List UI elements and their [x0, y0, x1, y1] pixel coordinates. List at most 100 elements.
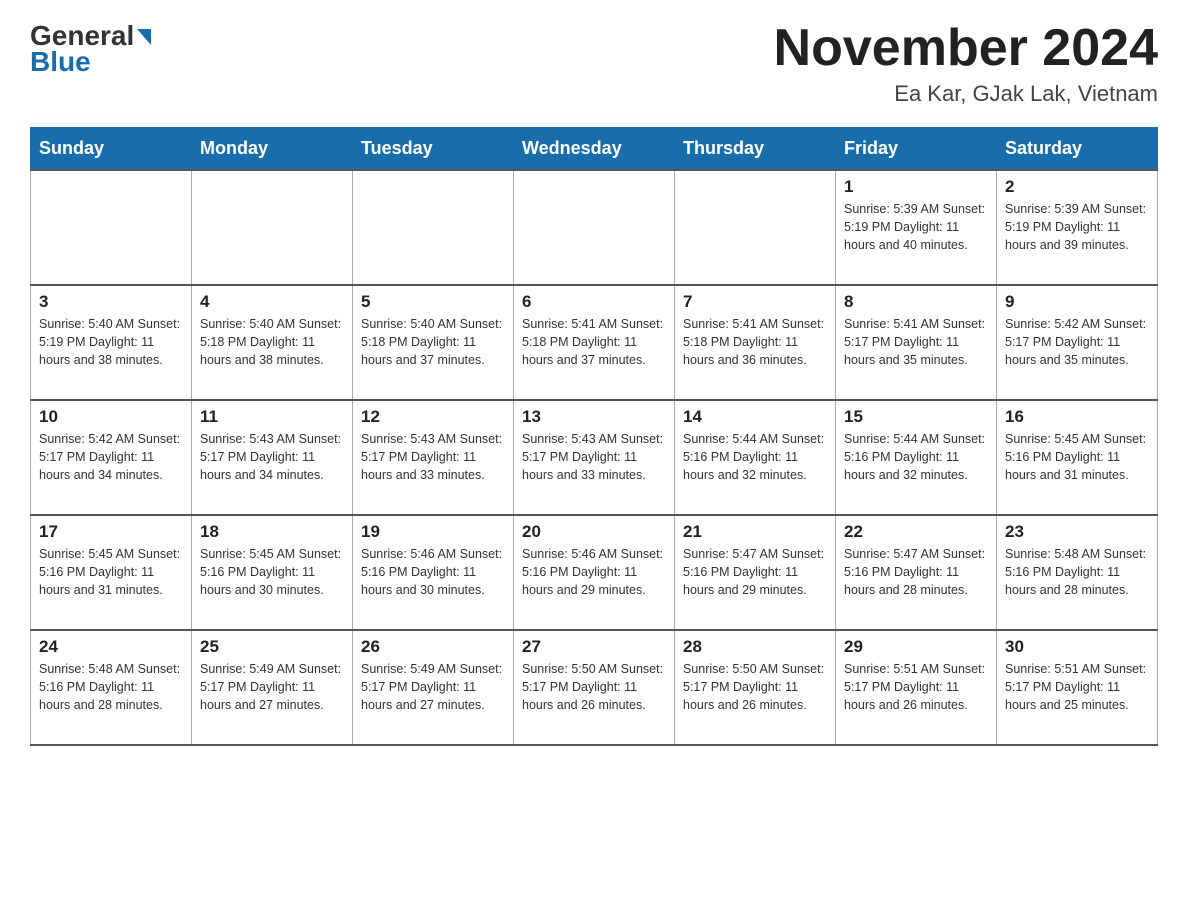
- day-number: 7: [683, 292, 827, 312]
- day-of-week-header: Friday: [836, 128, 997, 171]
- day-info: Sunrise: 5:43 AM Sunset: 5:17 PM Dayligh…: [361, 430, 505, 484]
- day-info: Sunrise: 5:46 AM Sunset: 5:16 PM Dayligh…: [522, 545, 666, 599]
- day-number: 20: [522, 522, 666, 542]
- calendar-week-row: 1 Sunrise: 5:39 AM Sunset: 5:19 PM Daylig…: [31, 170, 1158, 285]
- calendar-day-cell: 5Sunrise: 5:40 AM Sunset: 5:18 PM Daylig…: [353, 285, 514, 400]
- calendar-day-cell: 11 Sunrise: 5:43 AM Sunset: 5:17 PM Dayli…: [192, 400, 353, 515]
- calendar-week-row: 17 Sunrise: 5:45 AM Sunset: 5:16 PM Dayli…: [31, 515, 1158, 630]
- calendar-day-cell: 20 Sunrise: 5:46 AM Sunset: 5:16 PM Dayli…: [514, 515, 675, 630]
- calendar-day-cell: 27 Sunrise: 5:50 AM Sunset: 5:17 PM Dayli…: [514, 630, 675, 745]
- calendar-day-cell: 3 Sunrise: 5:40 AM Sunset: 5:19 PM Daylig…: [31, 285, 192, 400]
- day-info: Sunrise: 5:51 AM Sunset: 5:17 PM Dayligh…: [844, 660, 988, 714]
- day-info: Sunrise: 5:41 AM Sunset: 5:18 PM Dayligh…: [522, 315, 666, 369]
- day-info: Sunrise: 5:45 AM Sunset: 5:16 PM Dayligh…: [39, 545, 183, 599]
- day-number: 4: [200, 292, 344, 312]
- day-info: Sunrise: 5:48 AM Sunset: 5:16 PM Dayligh…: [1005, 545, 1149, 599]
- day-number: 9: [1005, 292, 1149, 312]
- calendar-day-cell: 2Sunrise: 5:39 AM Sunset: 5:19 PM Daylig…: [997, 170, 1158, 285]
- calendar-day-cell: 16Sunrise: 5:45 AM Sunset: 5:16 PM Dayli…: [997, 400, 1158, 515]
- calendar-week-row: 10Sunrise: 5:42 AM Sunset: 5:17 PM Dayli…: [31, 400, 1158, 515]
- day-number: 29: [844, 637, 988, 657]
- logo: General Blue: [30, 20, 151, 78]
- calendar-day-cell: 14 Sunrise: 5:44 AM Sunset: 5:16 PM Dayli…: [675, 400, 836, 515]
- calendar-week-row: 24Sunrise: 5:48 AM Sunset: 5:16 PM Dayli…: [31, 630, 1158, 745]
- day-of-week-header: Monday: [192, 128, 353, 171]
- day-number: 1: [844, 177, 988, 197]
- day-number: 30: [1005, 637, 1149, 657]
- day-of-week-header: Saturday: [997, 128, 1158, 171]
- location-subtitle: Ea Kar, GJak Lak, Vietnam: [774, 81, 1158, 107]
- day-of-week-header: Sunday: [31, 128, 192, 171]
- title-section: November 2024 Ea Kar, GJak Lak, Vietnam: [774, 20, 1158, 107]
- calendar-day-cell: 1 Sunrise: 5:39 AM Sunset: 5:19 PM Daylig…: [836, 170, 997, 285]
- day-number: 23: [1005, 522, 1149, 542]
- day-number: 19: [361, 522, 505, 542]
- day-info: Sunrise: 5:44 AM Sunset: 5:16 PM Dayligh…: [844, 430, 988, 484]
- calendar-table: SundayMondayTuesdayWednesdayThursdayFrid…: [30, 127, 1158, 746]
- header-row: SundayMondayTuesdayWednesdayThursdayFrid…: [31, 128, 1158, 171]
- day-number: 8: [844, 292, 988, 312]
- logo-arrow-icon: [137, 29, 151, 45]
- calendar-header: SundayMondayTuesdayWednesdayThursdayFrid…: [31, 128, 1158, 171]
- day-info: Sunrise: 5:40 AM Sunset: 5:18 PM Dayligh…: [200, 315, 344, 369]
- calendar-day-cell: 9 Sunrise: 5:42 AM Sunset: 5:17 PM Daylig…: [997, 285, 1158, 400]
- day-info: Sunrise: 5:45 AM Sunset: 5:16 PM Dayligh…: [1005, 430, 1149, 484]
- calendar-day-cell: 19 Sunrise: 5:46 AM Sunset: 5:16 PM Dayli…: [353, 515, 514, 630]
- day-info: Sunrise: 5:49 AM Sunset: 5:17 PM Dayligh…: [361, 660, 505, 714]
- day-number: 13: [522, 407, 666, 427]
- calendar-day-cell: 15 Sunrise: 5:44 AM Sunset: 5:16 PM Dayli…: [836, 400, 997, 515]
- day-number: 24: [39, 637, 183, 657]
- day-info: Sunrise: 5:47 AM Sunset: 5:16 PM Dayligh…: [683, 545, 827, 599]
- calendar-day-cell: [353, 170, 514, 285]
- day-number: 25: [200, 637, 344, 657]
- calendar-week-row: 3 Sunrise: 5:40 AM Sunset: 5:19 PM Daylig…: [31, 285, 1158, 400]
- calendar-day-cell: 28Sunrise: 5:50 AM Sunset: 5:17 PM Dayli…: [675, 630, 836, 745]
- day-number: 12: [361, 407, 505, 427]
- day-info: Sunrise: 5:39 AM Sunset: 5:19 PM Dayligh…: [1005, 200, 1149, 254]
- calendar-day-cell: 7 Sunrise: 5:41 AM Sunset: 5:18 PM Daylig…: [675, 285, 836, 400]
- day-info: Sunrise: 5:46 AM Sunset: 5:16 PM Dayligh…: [361, 545, 505, 599]
- calendar-day-cell: [514, 170, 675, 285]
- day-info: Sunrise: 5:42 AM Sunset: 5:17 PM Dayligh…: [1005, 315, 1149, 369]
- day-number: 22: [844, 522, 988, 542]
- calendar-day-cell: 10Sunrise: 5:42 AM Sunset: 5:17 PM Dayli…: [31, 400, 192, 515]
- day-info: Sunrise: 5:45 AM Sunset: 5:16 PM Dayligh…: [200, 545, 344, 599]
- day-number: 28: [683, 637, 827, 657]
- day-info: Sunrise: 5:40 AM Sunset: 5:19 PM Dayligh…: [39, 315, 183, 369]
- day-number: 14: [683, 407, 827, 427]
- calendar-day-cell: 26 Sunrise: 5:49 AM Sunset: 5:17 PM Dayli…: [353, 630, 514, 745]
- day-number: 18: [200, 522, 344, 542]
- day-number: 26: [361, 637, 505, 657]
- day-info: Sunrise: 5:50 AM Sunset: 5:17 PM Dayligh…: [522, 660, 666, 714]
- day-number: 3: [39, 292, 183, 312]
- day-info: Sunrise: 5:39 AM Sunset: 5:19 PM Dayligh…: [844, 200, 988, 254]
- day-number: 27: [522, 637, 666, 657]
- day-info: Sunrise: 5:41 AM Sunset: 5:17 PM Dayligh…: [844, 315, 988, 369]
- calendar-body: 1 Sunrise: 5:39 AM Sunset: 5:19 PM Daylig…: [31, 170, 1158, 745]
- day-number: 17: [39, 522, 183, 542]
- calendar-day-cell: [675, 170, 836, 285]
- month-title: November 2024: [774, 20, 1158, 77]
- day-info: Sunrise: 5:47 AM Sunset: 5:16 PM Dayligh…: [844, 545, 988, 599]
- day-of-week-header: Tuesday: [353, 128, 514, 171]
- calendar-day-cell: 8 Sunrise: 5:41 AM Sunset: 5:17 PM Daylig…: [836, 285, 997, 400]
- calendar-day-cell: 17 Sunrise: 5:45 AM Sunset: 5:16 PM Dayli…: [31, 515, 192, 630]
- day-info: Sunrise: 5:44 AM Sunset: 5:16 PM Dayligh…: [683, 430, 827, 484]
- calendar-day-cell: 24Sunrise: 5:48 AM Sunset: 5:16 PM Dayli…: [31, 630, 192, 745]
- calendar-day-cell: 18 Sunrise: 5:45 AM Sunset: 5:16 PM Dayli…: [192, 515, 353, 630]
- day-number: 5: [361, 292, 505, 312]
- day-info: Sunrise: 5:43 AM Sunset: 5:17 PM Dayligh…: [522, 430, 666, 484]
- day-info: Sunrise: 5:43 AM Sunset: 5:17 PM Dayligh…: [200, 430, 344, 484]
- calendar-day-cell: 12 Sunrise: 5:43 AM Sunset: 5:17 PM Dayli…: [353, 400, 514, 515]
- day-of-week-header: Thursday: [675, 128, 836, 171]
- calendar-day-cell: [31, 170, 192, 285]
- calendar-day-cell: 6Sunrise: 5:41 AM Sunset: 5:18 PM Daylig…: [514, 285, 675, 400]
- day-number: 10: [39, 407, 183, 427]
- day-number: 15: [844, 407, 988, 427]
- day-number: 21: [683, 522, 827, 542]
- calendar-day-cell: 23 Sunrise: 5:48 AM Sunset: 5:16 PM Dayli…: [997, 515, 1158, 630]
- logo-blue-text: Blue: [30, 46, 91, 78]
- calendar-day-cell: 4 Sunrise: 5:40 AM Sunset: 5:18 PM Daylig…: [192, 285, 353, 400]
- day-info: Sunrise: 5:41 AM Sunset: 5:18 PM Dayligh…: [683, 315, 827, 369]
- day-number: 11: [200, 407, 344, 427]
